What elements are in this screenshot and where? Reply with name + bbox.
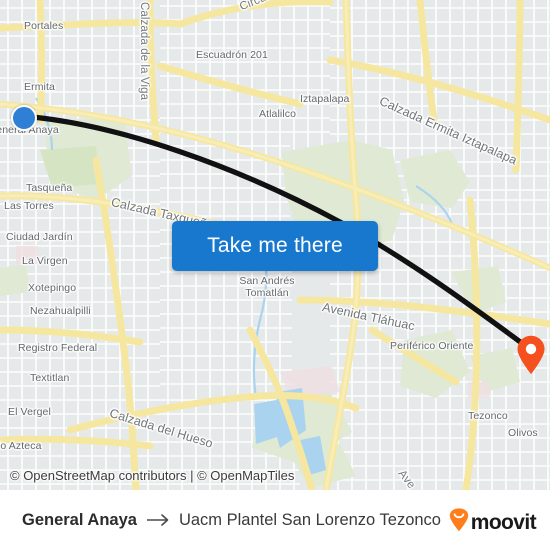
origin-marker[interactable] [11,105,37,131]
origin-name: General Anaya [22,510,137,529]
map-screenshot: Portales Escuadrón 201 Iztapalapa Atlali… [0,0,550,550]
moovit-pin-icon [449,508,469,537]
attribution-text[interactable]: © OpenStreetMap contributors | © OpenMap… [10,468,294,483]
map-viewport[interactable]: Portales Escuadrón 201 Iztapalapa Atlali… [0,0,550,490]
take-me-there-button[interactable]: Take me there [172,221,378,271]
destination-name: Uacm Plantel San Lorenzo Tezonco [178,510,441,529]
take-me-there-label: Take me there [207,234,343,257]
route-summary: General Anaya Uacm Plantel San Lorenzo T… [22,511,441,530]
arrow-right-icon [146,513,170,527]
footer-bar: General Anaya Uacm Plantel San Lorenzo T… [0,490,550,550]
moovit-logo[interactable]: moovit [449,508,537,537]
moovit-wordmark: moovit [470,510,537,534]
map-pin-icon [517,335,545,374]
map-attribution: © OpenStreetMap contributors | © OpenMap… [0,460,550,490]
destination-marker[interactable] [516,335,546,375]
